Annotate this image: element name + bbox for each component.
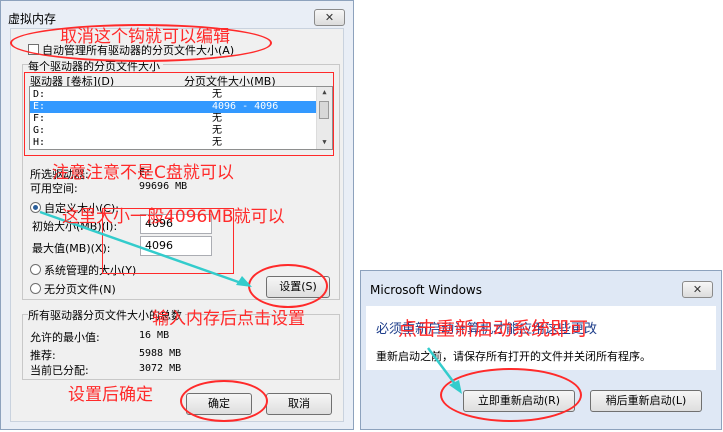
annotation-after-input-note: 输入内存后点击设置 [152,309,305,329]
annotation-size-note: 这里大小一般4096MB就可以 [62,207,285,227]
annotation-not-c-note: 注意注意不是C盘就可以 [52,163,234,183]
arrow-to-restart-button [427,347,459,389]
arrow-head-set [236,276,252,287]
arrow-head-restart [449,380,462,394]
annotation-confirm-note: 设置后确定 [68,385,153,405]
annotation-restart-note: 点击重新启动系统即可 [398,318,589,340]
annotation-uncheck-note: 取消这个钩就可以编辑 [60,27,230,47]
